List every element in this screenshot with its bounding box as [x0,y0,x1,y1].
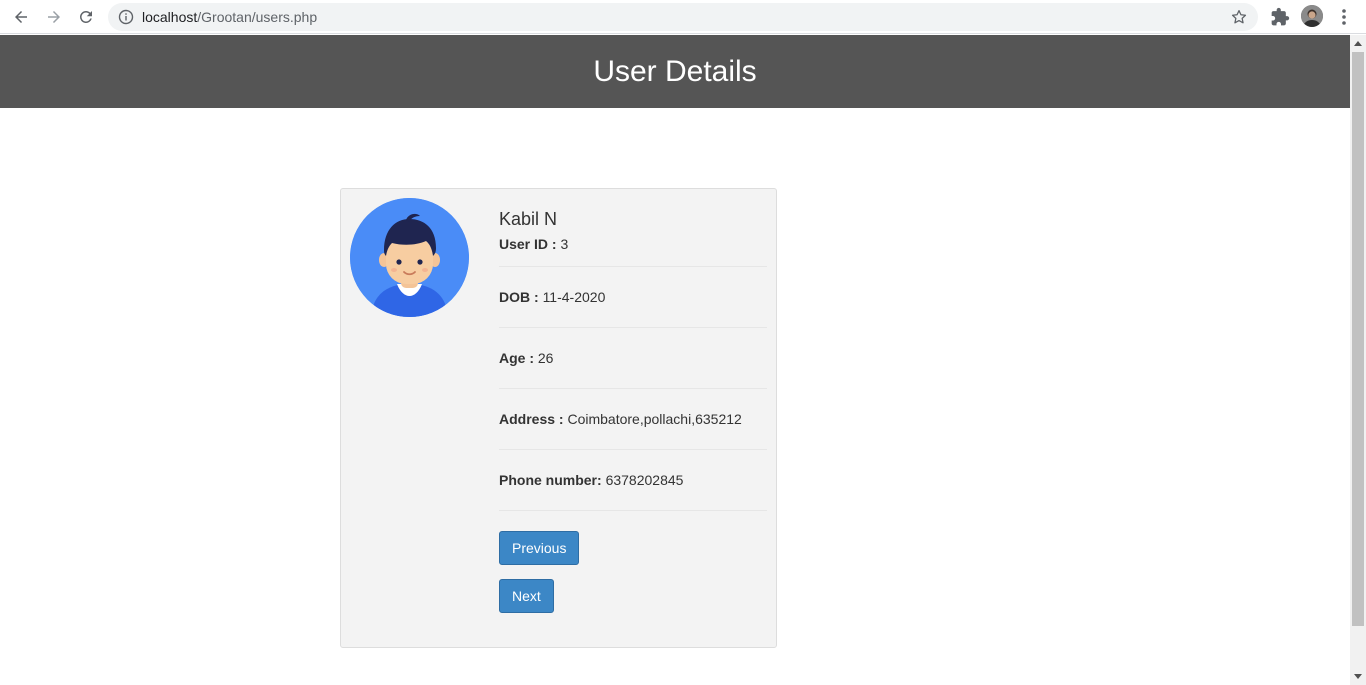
age-label: Age : [499,350,538,366]
extensions-puzzle-icon[interactable] [1270,7,1290,27]
user-avatar [350,198,469,317]
vertical-scrollbar[interactable] [1350,35,1366,685]
url-host: localhost [142,9,198,25]
page-title: User Details [593,54,757,88]
next-button[interactable]: Next [499,579,554,613]
profile-avatar[interactable] [1301,5,1323,27]
site-info-icon[interactable] [118,9,134,25]
bookmark-star-icon[interactable] [1230,8,1248,26]
page-viewport: User Details Kabil N User ID: 3 DOB: 1… [0,35,1350,685]
user-info: Kabil N User ID : 3 DOB : 11-4-2020 Age … [499,207,767,613]
user-id-row: User ID : 3 [499,235,767,253]
back-arrow-icon[interactable] [9,5,33,29]
reload-icon[interactable] [74,5,98,29]
address-label: Address : [499,411,568,427]
address-value: Coimbatore,pollachi,635212 [567,411,742,427]
dob-row: DOB : 11-4-2020 [499,267,767,328]
user-id-label: User ID : [499,236,561,252]
scroll-down-arrow-icon[interactable] [1350,669,1366,685]
dob-label: DOB : [499,289,543,305]
forward-arrow-icon[interactable] [42,5,66,29]
more-menu-icon[interactable] [1336,7,1352,27]
url-path: /Grootan/users.php [197,9,318,25]
user-card: Kabil N User ID : 3 DOB : 11-4-2020 Age … [340,188,777,648]
scroll-up-arrow-icon[interactable] [1350,35,1366,51]
previous-button[interactable]: Previous [499,531,580,565]
user-name: Kabil N [499,209,558,229]
address-row: Address : Coimbatore,pollachi,635212 [499,389,767,450]
phone-row: Phone number: 6378202845 [499,450,767,511]
phone-value: 6378202845 [605,472,684,488]
scrollbar-thumb[interactable] [1352,52,1364,626]
page-header: User Details [0,35,1350,108]
user-id-value: 3 [560,236,569,252]
dob-value: 11-4-2020 [542,289,606,305]
age-value: 26 [537,350,554,366]
url-text: localhost/Grootan/users.php [142,9,317,25]
address-bar[interactable]: localhost/Grootan/users.php [108,3,1258,31]
browser-toolbar: localhost/Grootan/users.php [0,0,1366,34]
user-avatar-illustration [350,198,469,317]
age-row: Age : 26 [499,328,767,389]
phone-label: Phone number: [499,472,606,488]
